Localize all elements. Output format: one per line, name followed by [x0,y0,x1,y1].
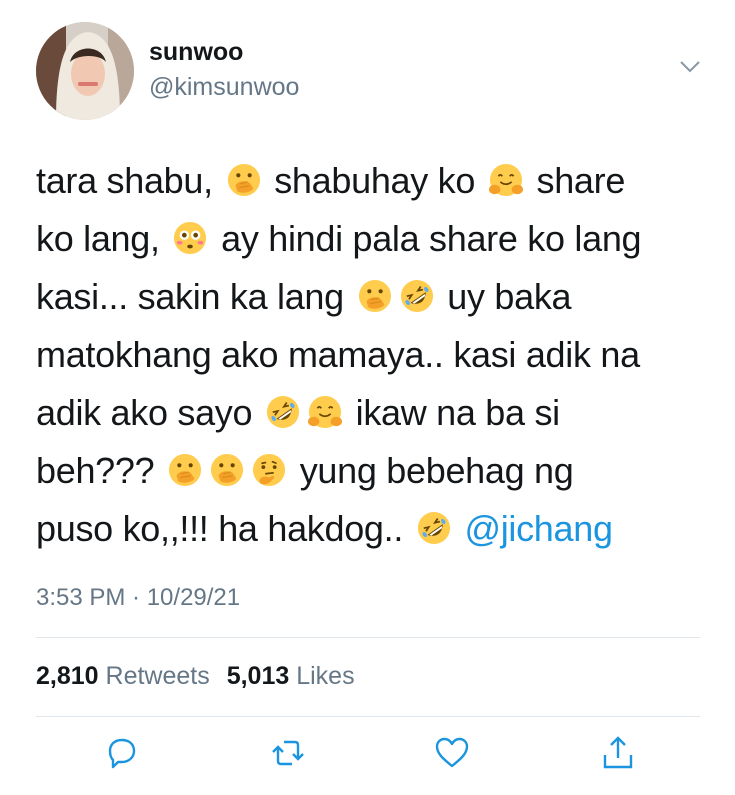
tweet-line: beh??? yung bebehag ng [36,442,696,500]
retweet-icon[interactable] [268,733,308,773]
tweet-header: sunwoo @kimsunwoo [36,22,701,122]
rofl-emoji-icon [417,504,451,545]
like-icon[interactable] [432,733,472,773]
tweet-text-segment: beh??? [36,450,165,491]
thinking-emoji-icon [252,446,286,487]
tweet-text-segment: tara shabu, [36,160,223,201]
tweet-text-segment: share [526,160,626,201]
timestamp[interactable]: 3:53 PM · 10/29/21 [36,584,240,612]
retweets-count[interactable]: 2,810 [36,662,99,690]
tweet-line: puso ko,,!!! ha hakdog.. @jichang [36,500,696,558]
tweet-text-segment: matokhang ako mamaya.. kasi adik na [36,334,640,375]
engagement-stats: 2,810 Retweets 5,013 Likes [36,662,365,691]
tweet-actions [36,733,700,777]
avatar[interactable] [36,22,134,120]
hugging-emoji-icon [307,388,342,429]
tweet-line: tara shabu, shabuhay ko share [36,152,696,210]
hugging-emoji-icon [488,156,523,197]
mention-link[interactable]: @jichang [464,508,613,549]
tweet-text-segment: ikaw na ba si [345,392,561,433]
tweet-line: adik ako sayo ikaw na ba si [36,384,696,442]
tweet-text-segment: uy baka [437,276,572,317]
hand-over-mouth-emoji-icon [168,446,202,487]
tweet-text-segment: kasi... sakin ka lang [36,276,354,317]
tweet-text-segment: puso ko,,!!! ha hakdog.. [36,508,413,549]
display-name[interactable]: sunwoo [149,38,243,67]
divider [36,637,700,638]
likes-count[interactable]: 5,013 [227,662,290,690]
tweet-text-segment: ko lang, [36,218,170,259]
retweets-label[interactable]: Retweets [106,662,210,690]
share-icon[interactable] [598,733,638,773]
tweet-text-segment: ay hindi pala share ko lang [211,218,642,259]
likes-label[interactable]: Likes [296,662,354,690]
divider [36,716,700,717]
tweet-text-segment: yung bebehag ng [290,450,574,491]
chevron-down-icon[interactable] [679,60,701,74]
hand-over-mouth-emoji-icon [358,272,392,313]
reply-icon[interactable] [102,733,142,773]
tweet-text-segment: shabuhay ko [264,160,485,201]
tweet-text: tara shabu, shabuhay ko share ko lang, ay… [36,152,696,558]
flushed-emoji-icon [173,214,207,255]
rofl-emoji-icon [400,272,434,313]
username-handle[interactable]: @kimsunwoo [149,73,299,102]
tweet-line: kasi... sakin ka lang uy baka [36,268,696,326]
tweet-line: ko lang, ay hindi pala share ko lang [36,210,696,268]
tweet-text-segment: adik ako sayo [36,392,262,433]
rofl-emoji-icon [266,388,300,429]
hand-over-mouth-emoji-icon [227,156,261,197]
hand-over-mouth-emoji-icon [210,446,244,487]
tweet-line: matokhang ako mamaya.. kasi adik na [36,326,696,384]
tweet-text-segment [455,508,465,549]
